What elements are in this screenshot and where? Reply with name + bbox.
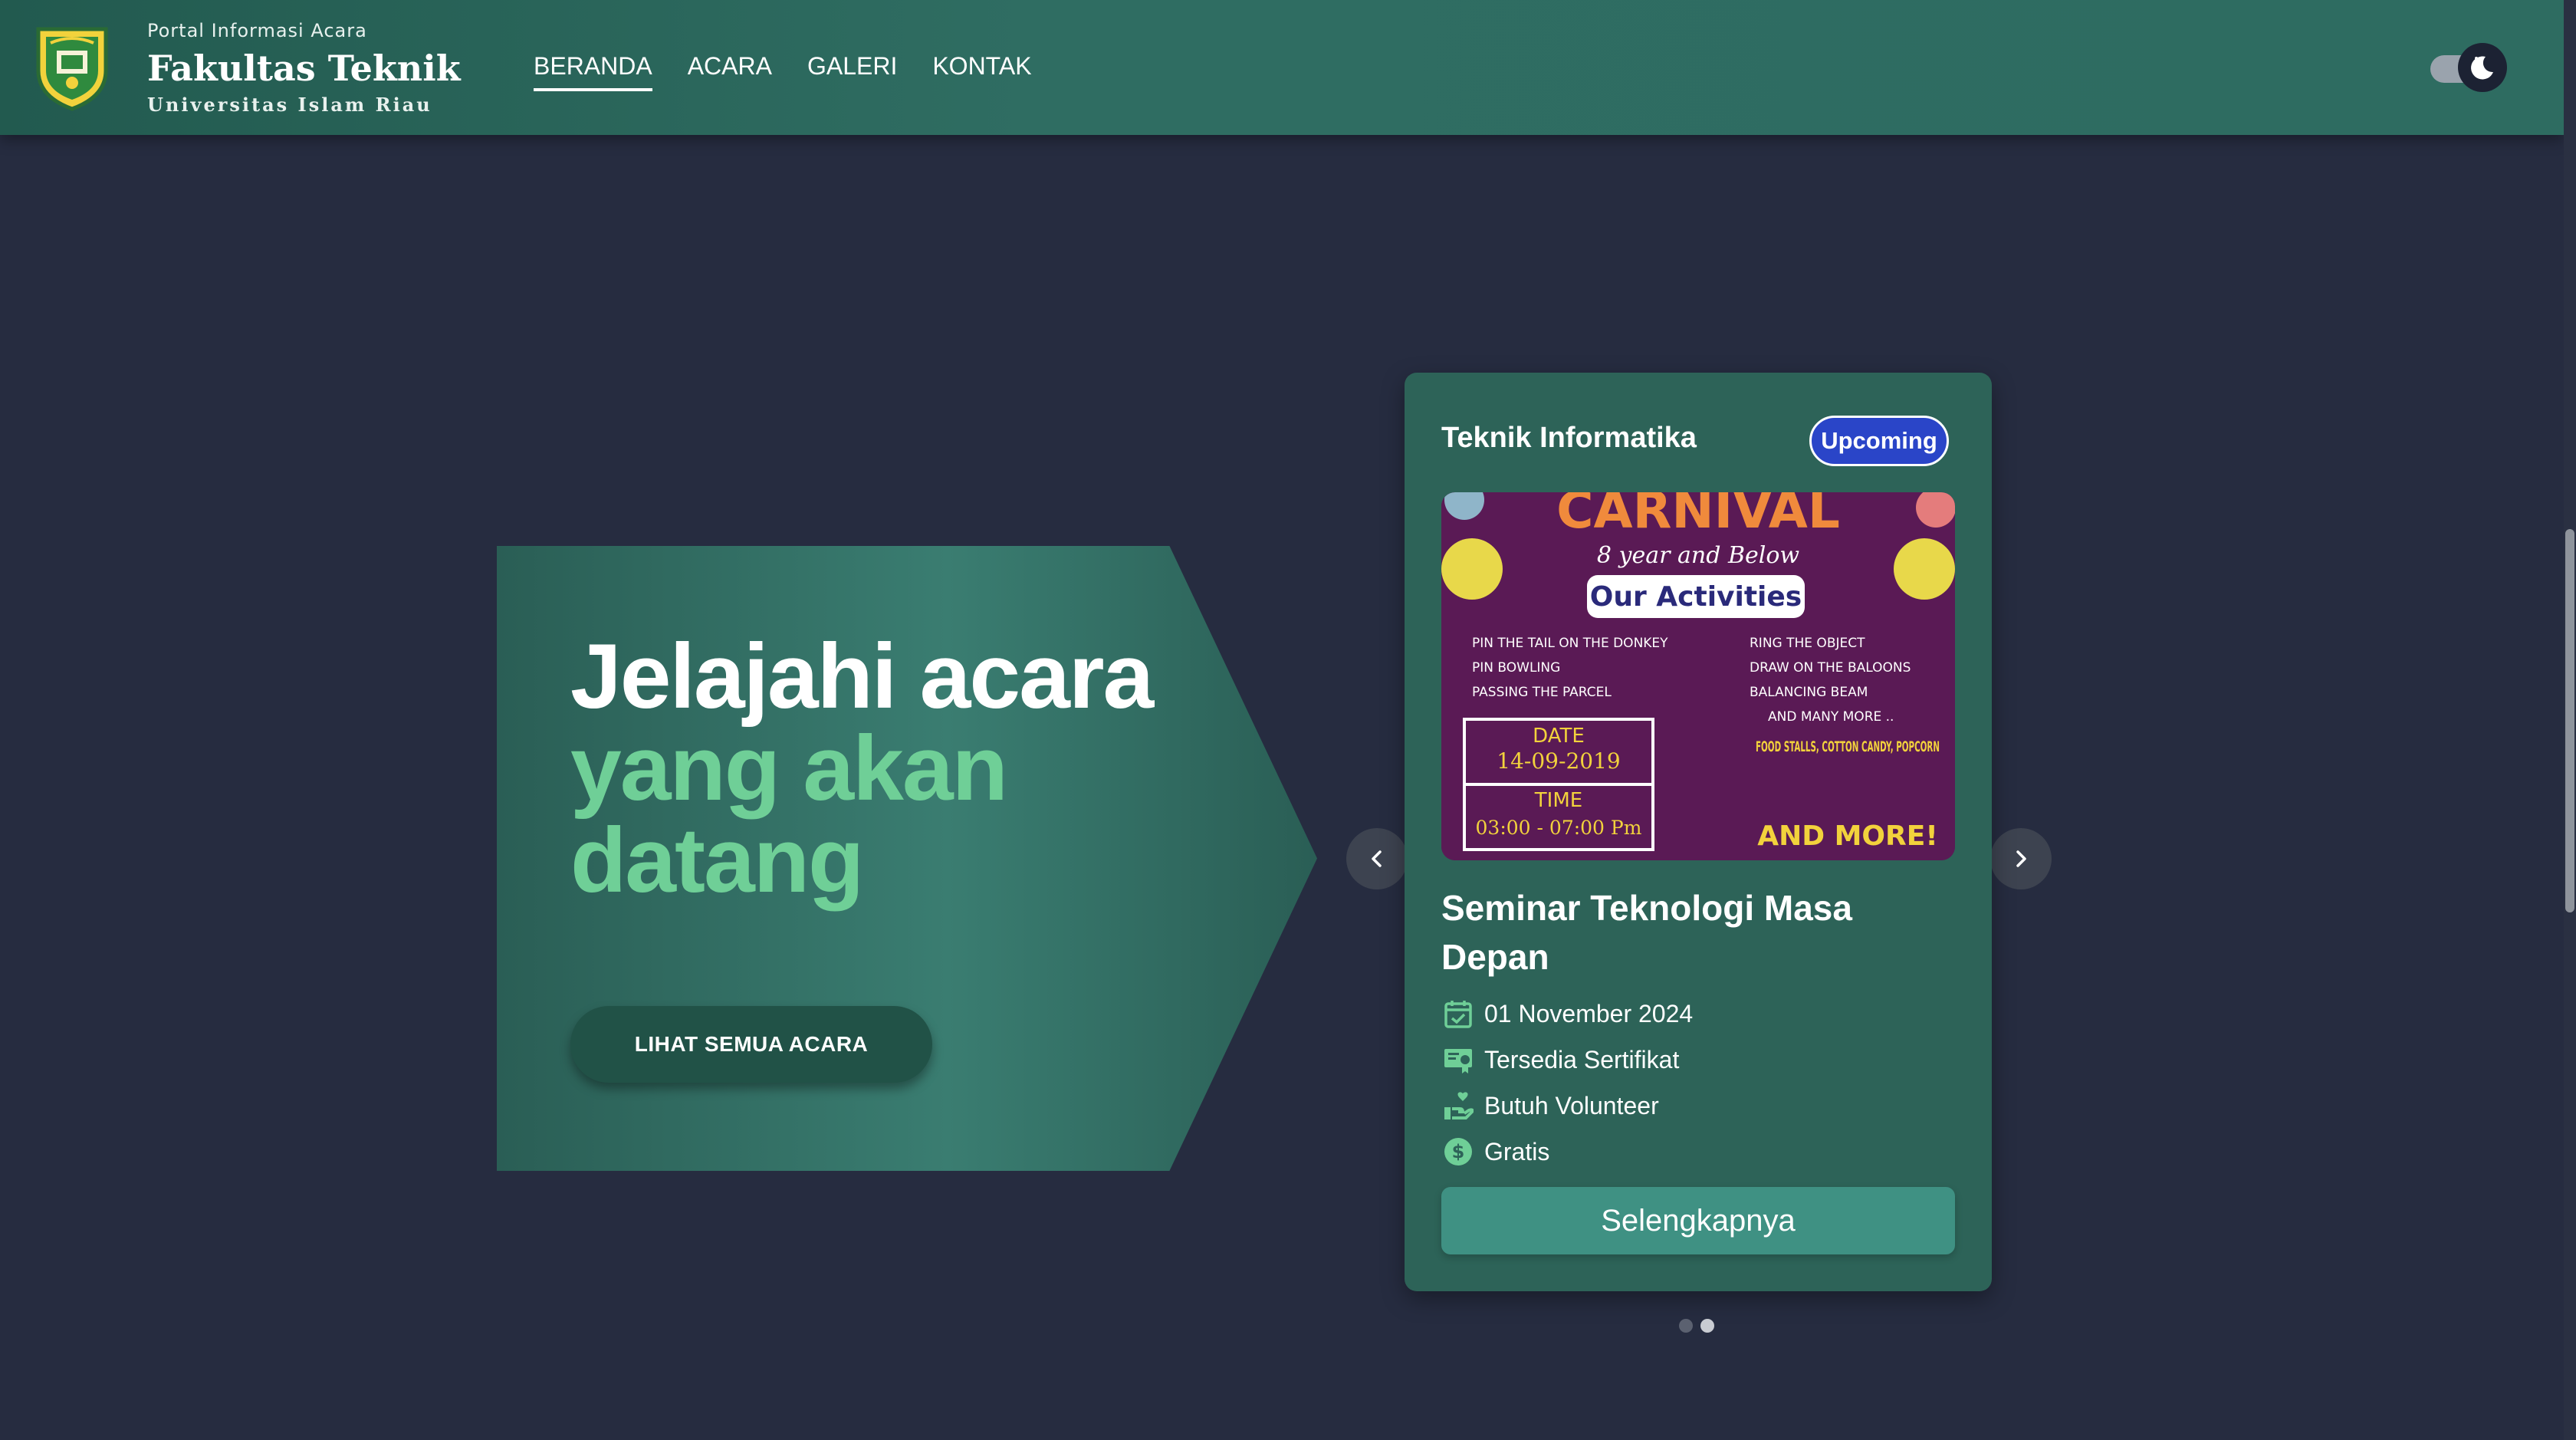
poster-section: Our Activities bbox=[1590, 581, 1802, 613]
brand-subtitle: Portal Informasi Acara bbox=[147, 20, 367, 41]
poster-time-value: 03:00 - 07:00 Pm bbox=[1476, 817, 1642, 839]
event-certificate: Tersedia Sertifikat bbox=[1484, 1045, 1680, 1073]
poster-extras: FOOD STALLS, COTTON CANDY, POPCORN bbox=[1756, 738, 1940, 755]
chevron-right-icon bbox=[2016, 850, 2026, 867]
event-info-list: 01 November 2024 Tersedia Sertifikat But… bbox=[1441, 991, 1693, 1175]
brand-title[interactable]: Fakultas Teknik bbox=[147, 48, 461, 89]
brand-block: Portal Informasi Acara Fakultas Teknik U… bbox=[147, 20, 461, 116]
event-card: Teknik Informatika Upcoming CARNIVAL 8 y… bbox=[1405, 373, 1992, 1291]
event-title[interactable]: Seminar Teknologi Masa Depan bbox=[1441, 883, 1947, 981]
carousel-prev-button[interactable] bbox=[1346, 828, 1408, 889]
hero-heading: Jelajahi acara yang akan datang bbox=[570, 625, 1154, 912]
theme-toggle[interactable] bbox=[2429, 43, 2507, 92]
nav-item-acara[interactable]: ACARA bbox=[688, 52, 772, 91]
event-price: Gratis bbox=[1484, 1137, 1550, 1165]
volunteer-icon bbox=[1441, 1089, 1475, 1123]
event-volunteer-row: Butuh Volunteer bbox=[1441, 1083, 1693, 1129]
poster-subheading: 8 year and Below bbox=[1597, 542, 1799, 569]
poster-activity: BALANCING BEAM bbox=[1750, 685, 1868, 700]
poster-activity: DRAW ON THE BALOONS bbox=[1750, 660, 1911, 676]
carousel-indicators bbox=[1679, 1319, 1714, 1333]
event-date-row: 01 November 2024 bbox=[1441, 991, 1693, 1037]
dollar-icon: $ bbox=[1441, 1135, 1475, 1169]
poster-heading: CARNIVAL bbox=[1556, 492, 1840, 540]
chevron-left-icon bbox=[1372, 850, 1382, 867]
hero-banner: Jelajahi acara yang akan datang LIHAT SE… bbox=[497, 546, 1317, 1171]
event-certificate-row: Tersedia Sertifikat bbox=[1441, 1037, 1693, 1083]
hero-line-1: Jelajahi acara bbox=[570, 625, 1154, 728]
theme-toggle-knob bbox=[2458, 43, 2507, 92]
page-scrollbar[interactable] bbox=[2564, 0, 2576, 1440]
nav-item-galeri[interactable]: GALERI bbox=[807, 52, 897, 91]
nav-item-beranda[interactable]: BERANDA bbox=[534, 52, 652, 91]
poster-activity: AND MANY MORE .. bbox=[1768, 709, 1894, 725]
scrollbar-thumb[interactable] bbox=[2565, 529, 2574, 912]
carousel-dot-1[interactable] bbox=[1679, 1319, 1693, 1333]
carousel-next-button[interactable] bbox=[1990, 828, 2052, 889]
poster-more: AND MORE! bbox=[1757, 820, 1938, 852]
status-badge: Upcoming bbox=[1809, 416, 1949, 466]
event-date: 01 November 2024 bbox=[1484, 999, 1694, 1027]
moon-icon bbox=[2471, 56, 2493, 80]
poster-time-label: TIME bbox=[1534, 789, 1582, 812]
top-navbar: Portal Informasi Acara Fakultas Teknik U… bbox=[0, 0, 2564, 135]
poster-date-label: DATE bbox=[1533, 725, 1585, 748]
poster-activity: PIN THE TAIL ON THE DONKEY bbox=[1472, 636, 1668, 651]
view-all-events-button[interactable]: LIHAT SEMUA ACARA bbox=[570, 1006, 932, 1083]
event-department: Teknik Informatika bbox=[1441, 422, 1697, 454]
event-details-button[interactable]: Selengkapnya bbox=[1441, 1187, 1955, 1254]
poster-activity: PIN BOWLING bbox=[1472, 660, 1560, 676]
hero-line-2: yang akan bbox=[570, 717, 1008, 820]
hero-line-3: datang bbox=[570, 809, 864, 912]
svg-text:$: $ bbox=[1452, 1141, 1465, 1162]
poster-activity: RING THE OBJECT bbox=[1750, 636, 1865, 651]
university-logo[interactable] bbox=[34, 23, 110, 112]
certificate-icon bbox=[1441, 1043, 1475, 1077]
event-volunteer: Butuh Volunteer bbox=[1484, 1091, 1659, 1119]
calendar-icon bbox=[1441, 997, 1475, 1031]
nav-item-kontak[interactable]: KONTAK bbox=[932, 52, 1031, 91]
carousel-dot-2[interactable] bbox=[1700, 1319, 1714, 1333]
main-nav: BERANDA ACARA GALERI KONTAK bbox=[534, 52, 1067, 91]
poster-activity: PASSING THE PARCEL bbox=[1472, 685, 1612, 700]
brand-university: Universitas Islam Riau bbox=[147, 94, 432, 116]
event-poster-image[interactable]: CARNIVAL 8 year and Below Our Activities… bbox=[1441, 492, 1955, 860]
poster-date-value: 14-09-2019 bbox=[1497, 748, 1620, 774]
event-price-row: $ Gratis bbox=[1441, 1129, 1693, 1175]
